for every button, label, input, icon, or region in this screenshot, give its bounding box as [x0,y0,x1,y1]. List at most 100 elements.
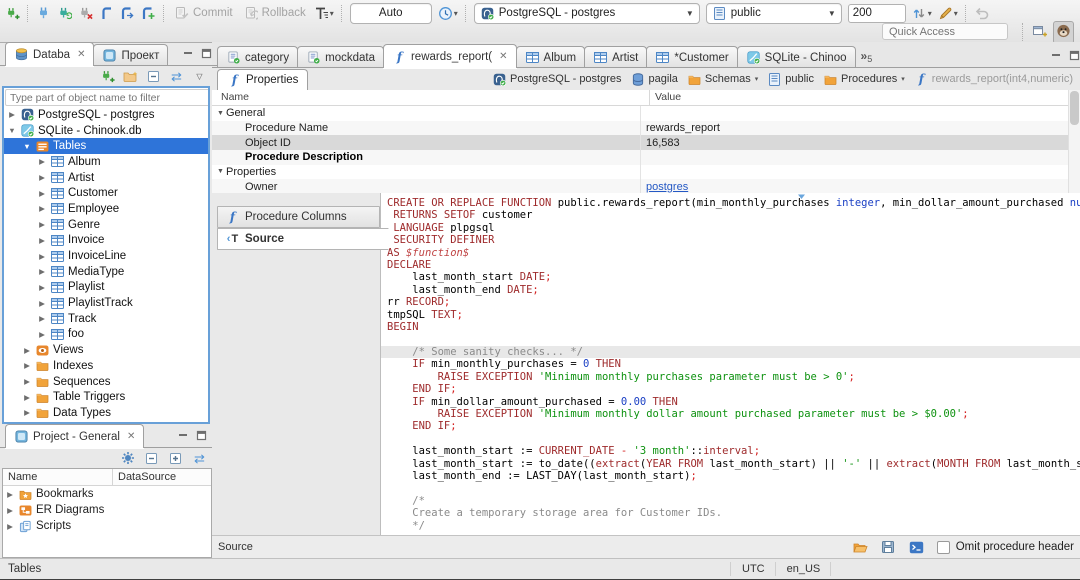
splitter-collapse-icon[interactable] [797,193,806,203]
settings-button[interactable] [117,449,138,468]
link-with-editor-button[interactable]: ⇄ [189,449,210,468]
breadcrumb-item-rewards-report-int4-numeric[interactable]: f rewards_report(int4,numeric) [911,72,1076,87]
column-header-value[interactable]: Value [649,90,681,105]
close-icon[interactable]: ✕ [499,51,507,62]
minimize-button[interactable] [1051,50,1062,64]
editor-tab-category[interactable]: category [217,46,299,68]
transaction-log-button[interactable]: ▾ [311,4,337,23]
editor-tab-mockdata[interactable]: mockdata [297,46,384,68]
tree-item-playlisttrack[interactable]: ▶ PlaylistTrack [4,295,208,311]
expand-arrow-icon[interactable]: ▶ [37,220,47,229]
expand-arrow-icon[interactable]: ▶ [22,346,32,355]
tree-item-mediatype[interactable]: ▶ MediaType [4,264,208,280]
tree-item-views[interactable]: ▶ Views [4,342,208,358]
editor-tab-rewards-report[interactable]: f rewards_report(✕ [382,44,517,68]
link-with-editor-button[interactable]: ⇄ [166,67,187,86]
minimize-button[interactable] [178,430,189,444]
quick-access-input[interactable] [882,23,1008,40]
editor-tab-sqlite-chinoo[interactable]: SQLite - Chinoo [736,46,856,68]
expand-arrow-icon[interactable]: ▶ [37,189,47,198]
invalidate-reconnect-button[interactable] [54,4,75,23]
expand-all-button[interactable] [165,449,186,468]
new-sql-editor-button[interactable] [138,4,159,23]
expand-arrow-icon[interactable]: ▶ [37,173,47,182]
expand-arrow-icon[interactable]: ▶ [37,330,47,339]
refresh-button[interactable]: ▾ [909,4,935,23]
expand-arrow-icon[interactable]: ▶ [22,361,32,370]
property-row-general[interactable]: ▼ General [212,106,1080,121]
load-from-file-button[interactable] [850,538,871,557]
breadcrumb-item-pagila[interactable]: pagila [628,72,681,87]
maximize-button[interactable] [196,430,207,444]
view-tab-databa[interactable]: Databa ✕ [5,42,95,66]
project-item-er-diagrams[interactable]: ▶ ER Diagrams [3,502,211,518]
tree-item-genre[interactable]: ▶ Genre [4,217,208,233]
new-connection-button[interactable] [97,67,118,86]
transaction-history-dropdown-icon[interactable]: ▾ [454,9,458,18]
expand-arrow-icon[interactable]: ▶ [22,393,32,402]
collapse-all-button[interactable] [141,449,162,468]
fetch-size-input[interactable] [847,3,906,23]
collapse-arrow-icon[interactable]: ▼ [7,126,17,135]
tab-properties[interactable]: f Properties [217,69,309,90]
detail-tab-procedure-columns[interactable]: f Procedure Columns [217,206,380,228]
tree-item-album[interactable]: ▶ Album [4,154,208,170]
expand-arrow-icon[interactable]: ▶ [7,110,17,119]
maximize-button[interactable] [201,48,212,62]
active-schema-dropdown-icon[interactable]: ▼ [828,9,836,18]
open-sql-console-button[interactable] [906,538,927,557]
object-filter-input[interactable] [5,89,208,106]
properties-scrollbar[interactable] [1068,90,1080,193]
expand-arrow-icon[interactable]: ▶ [37,267,47,276]
close-icon[interactable]: ✕ [127,431,135,442]
expand-arrow-icon[interactable]: ▶ [5,506,15,515]
maximize-button[interactable] [1069,50,1080,64]
tree-item-data-types[interactable]: ▶ Data Types [4,405,208,421]
tree-item-foo[interactable]: ▶ foo [4,327,208,343]
tree-item-indexes[interactable]: ▶ Indexes [4,358,208,374]
sql-source-code[interactable]: CREATE OR REPLACE FUNCTION public.reward… [381,193,1080,532]
tree-item-artist[interactable]: ▶ Artist [4,170,208,186]
active-schema-select[interactable]: public ▼ [705,2,842,24]
expand-arrow-icon[interactable]: ▶ [37,252,47,261]
new-folder-button[interactable] [120,67,141,86]
tree-item-employee[interactable]: ▶ Employee [4,201,208,217]
tree-item-invoice[interactable]: ▶ Invoice [4,233,208,249]
tree-item-postgresql-postgres[interactable]: ▶ PostgreSQL - postgres [4,107,208,123]
expand-arrow-icon[interactable]: ▶ [37,236,47,245]
expand-arrow-icon[interactable]: ▶ [37,283,47,292]
breadcrumb-item-postgresql-postgres[interactable]: PostgreSQL - postgres [489,72,624,87]
view-menu-button[interactable]: ▽ [189,67,210,86]
breadcrumb-item-schemas[interactable]: Schemas ▾ [684,72,761,87]
property-row-procedure-description[interactable]: Procedure Description [212,149,1080,165]
new-connection-button[interactable] [2,4,23,23]
hidden-tabs-chevron[interactable]: » 5 [861,49,873,64]
expand-arrow-icon[interactable]: ▶ [5,490,15,499]
collapse-all-button[interactable] [143,67,164,86]
project-item-bookmarks[interactable]: ▶ Bookmarks [3,486,211,502]
project-item-scripts[interactable]: ▶ Scripts [3,518,211,534]
tree-item-customer[interactable]: ▶ Customer [4,185,208,201]
owner-link[interactable]: postgres [646,181,688,193]
collapse-arrow-icon[interactable]: ▼ [217,110,226,117]
undo-button[interactable] [971,4,992,23]
property-row-owner[interactable]: Owner postgres [212,179,1080,194]
property-row-object-id[interactable]: Object ID 16,583 [212,135,1080,150]
disconnect-button[interactable] [75,4,96,23]
tree-item-playlist[interactable]: ▶ Playlist [4,280,208,296]
detail-tab-source[interactable]: ‹T Source [217,228,389,250]
active-connection-select[interactable]: PostgreSQL - postgres ▼ [473,2,700,24]
tree-item-sequences[interactable]: ▶ Sequences [4,374,208,390]
sql-editor-button[interactable] [96,4,117,23]
generate-sql-dropdown-icon[interactable]: ▾ [954,9,958,18]
rollback-button[interactable]: Rollback [238,4,311,23]
dropdown-icon[interactable]: ▾ [755,75,759,83]
expand-arrow-icon[interactable]: ▶ [37,314,47,323]
property-row-procedure-name[interactable]: Procedure Name rewards_report [212,120,1080,136]
commit-mode-select[interactable]: Auto [349,2,432,24]
collapse-arrow-icon[interactable]: ▼ [22,142,32,151]
expand-arrow-icon[interactable]: ▶ [37,204,47,213]
expand-arrow-icon[interactable]: ▶ [37,157,47,166]
expand-arrow-icon[interactable]: ▶ [22,408,32,417]
breadcrumb-item-public[interactable]: public [764,72,817,87]
